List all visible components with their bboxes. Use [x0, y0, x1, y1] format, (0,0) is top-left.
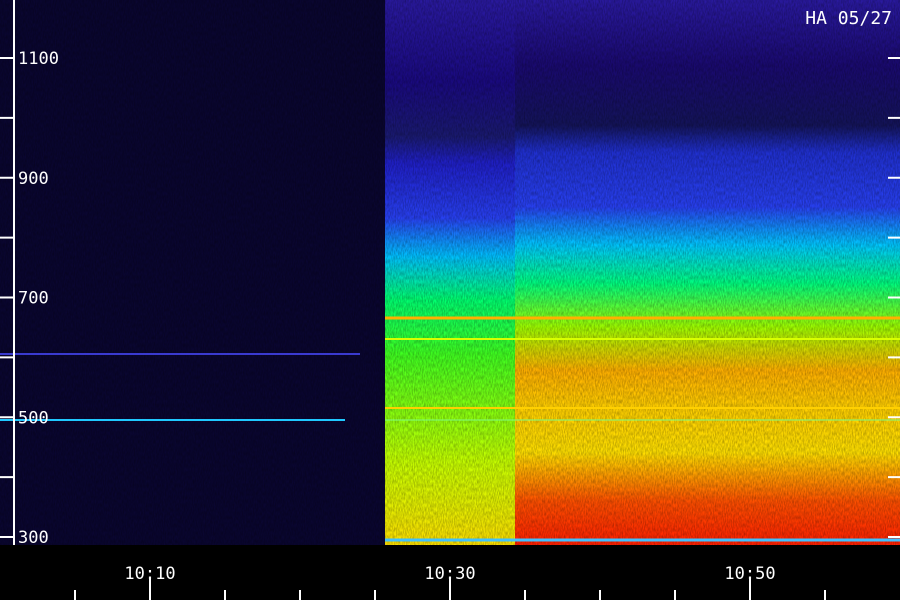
y-tick-label: 300	[18, 528, 49, 548]
y-tick-label: 900	[18, 169, 49, 189]
spectrogram-chart: 300 500 700 900 1100 10:10 10:30 10:50 HA 05/2…	[0, 0, 900, 600]
y-tick-label: 700	[18, 289, 49, 309]
noise-overlay	[0, 0, 900, 545]
y-tick-label: 500	[18, 408, 49, 428]
chart-title: HA 05/27	[805, 8, 892, 29]
x-tick-label: 10:10	[124, 564, 175, 584]
x-tick-label: 10:30	[424, 564, 475, 584]
y-tick-label: 1100	[18, 49, 59, 69]
x-tick-label: 10:50	[724, 564, 775, 584]
